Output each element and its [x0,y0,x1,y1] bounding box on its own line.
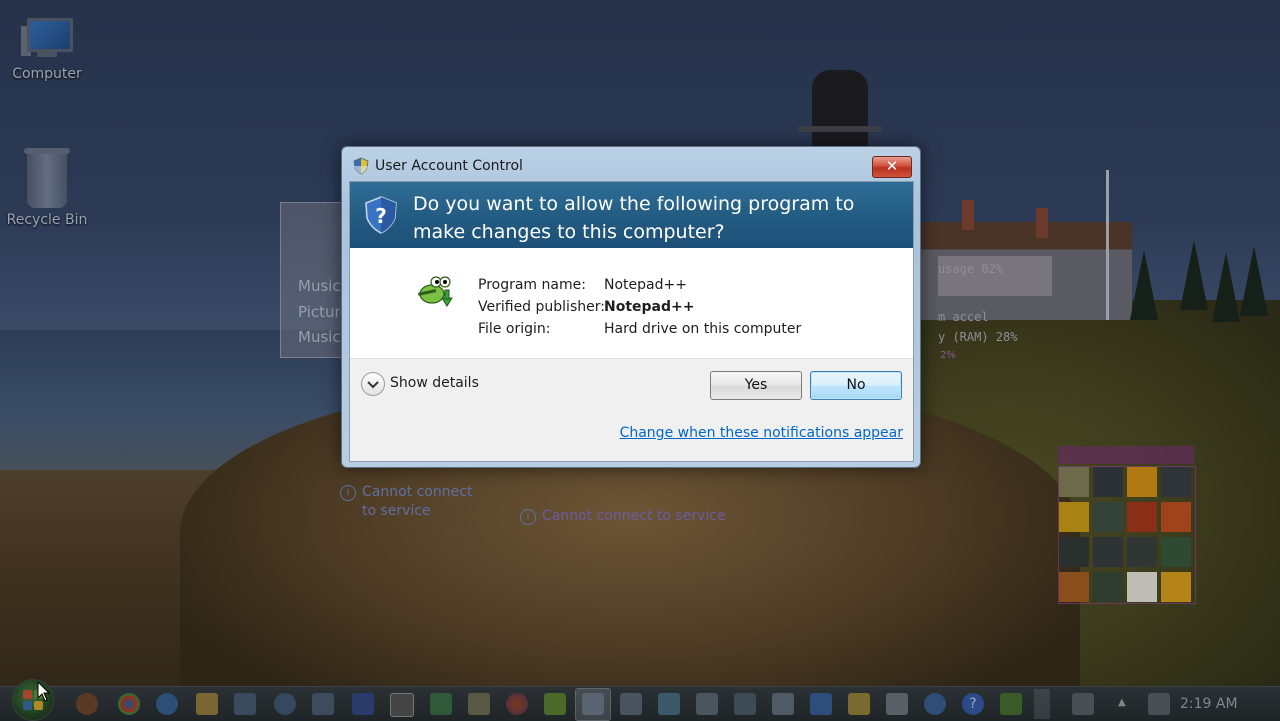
internet-explorer-icon[interactable] [156,693,178,715]
wallpaper-chimney [1036,208,1048,238]
desktop-icon-computer[interactable]: Computer [1,18,93,82]
media-player-icon[interactable] [76,693,98,715]
detail-label: Program name: [478,277,586,293]
uac-dialog: User Account Control ✕ ? Do you want to … [341,146,921,468]
service-notice: i Cannot connect [340,484,472,501]
question-shield-icon: ? [365,196,397,234]
wallpaper-tree [1212,252,1240,322]
meter-text: m accel [938,310,989,324]
gadget-menu-item: Music [298,328,340,346]
svg-text:?: ? [375,204,387,228]
info-icon: i [340,485,356,501]
recycle-bin-icon [24,148,70,208]
wallpaper-tree [1180,240,1208,310]
wallpaper-tree [1130,250,1158,320]
firefox-icon[interactable] [506,693,528,715]
info-icon: i [520,509,536,525]
app-icon[interactable] [312,693,334,715]
app-icon[interactable] [430,693,452,715]
dialog-body: ? Do you want to allow the following pro… [349,181,914,462]
service-notice: i Cannot connect to service [520,508,726,525]
wallpaper-lighthouse-rail [798,126,882,132]
app-icon[interactable] [810,693,832,715]
dialog-titlebar[interactable]: User Account Control ✕ [342,147,920,181]
detail-value: Hard drive on this computer [604,321,802,337]
notice-text: Cannot connect [362,484,473,500]
gadget-menu-item: Pictures [298,303,340,321]
desktop-icon-recycle-bin[interactable]: Recycle Bin [1,148,93,228]
detail-label: File origin: [478,321,551,337]
gadget-menu-item: Music [298,277,340,295]
show-hidden-icons-icon[interactable]: ▲ [1118,697,1132,711]
taskbar-clock[interactable]: 2:19 AM [1180,696,1238,712]
app-icon[interactable] [772,693,794,715]
app-icon[interactable] [274,693,296,715]
folder-icon[interactable] [848,693,870,715]
change-notifications-link[interactable]: Change when these notifications appear [620,425,903,441]
app-icon[interactable] [468,693,490,715]
folder-icon[interactable] [196,693,218,715]
desktop-icon-label: Computer [12,66,82,82]
meter-percent: 2% [940,350,956,361]
meter-text: usage 02% [938,262,1004,276]
app-icon[interactable] [924,693,946,715]
close-button[interactable]: ✕ [872,156,912,178]
system-meter-gadget: usage 02% m accel y (RAM) 28% [938,256,1052,346]
meter-text: y (RAM) 28% [938,330,1018,344]
dialog-title: User Account Control [375,158,523,174]
computer-icon [21,18,73,62]
wallpaper-tree [1240,246,1268,316]
yes-button[interactable]: Yes [710,371,802,400]
puzzle-gadget [1058,466,1196,604]
detail-label: Verified publisher: [478,299,605,315]
pen-icon[interactable] [1072,693,1094,715]
app-icon[interactable] [620,693,642,715]
app-icon[interactable] [696,693,718,715]
chrome-icon[interactable] [118,693,140,715]
gadget-panel: Music Pictures Music [280,202,342,358]
notice-text: Cannot connect to service [542,508,726,524]
wallpaper-chimney [962,200,974,230]
app-icon[interactable] [734,693,756,715]
no-button[interactable]: No [810,371,902,400]
program-details: Program name: Notepad++ Verified publishe… [478,274,801,340]
expand-details-button[interactable] [361,372,385,396]
wallpaper-flagpole [1106,170,1109,320]
dialog-question: Do you want to allow the following progr… [413,193,855,243]
volume-muted-icon[interactable] [1148,693,1170,715]
puzzle-gadget-titlebar [1058,446,1194,464]
mouse-cursor-icon [37,681,51,702]
app-icon[interactable] [886,693,908,715]
7zip-icon[interactable] [390,693,414,717]
dialog-banner: ? Do you want to allow the following pro… [350,182,913,248]
detail-value: Notepad++ [604,299,695,315]
detail-row-program-name: Program name: Notepad++ [478,274,801,296]
app-icon[interactable] [658,693,680,715]
notice-text: to service [362,503,431,519]
app-icon [582,693,604,715]
detail-row-publisher: Verified publisher:Notepad++ [478,296,801,318]
notepad-plus-plus-icon [417,276,453,307]
taskbar-separator [1034,689,1050,719]
show-details-link[interactable]: Show details [390,375,479,391]
taskbar: ? ▲ 2:19 AM [0,679,1280,721]
uac-shield-icon [353,157,369,175]
chevron-down-icon [367,381,379,389]
help-icon[interactable]: ? [962,693,984,715]
detail-row-file-origin: File origin: Hard drive on this computer [478,318,801,340]
app-icon[interactable] [352,693,374,715]
details-bar: Show details Yes No [350,358,913,410]
network-icon[interactable] [234,693,256,715]
desktop-icon-label: Recycle Bin [6,212,88,228]
detail-value: Notepad++ [604,277,687,293]
app-icon[interactable] [1000,693,1022,715]
dialog-footer: Change when these notifications appear [350,409,913,461]
notepad-icon[interactable] [544,693,566,715]
